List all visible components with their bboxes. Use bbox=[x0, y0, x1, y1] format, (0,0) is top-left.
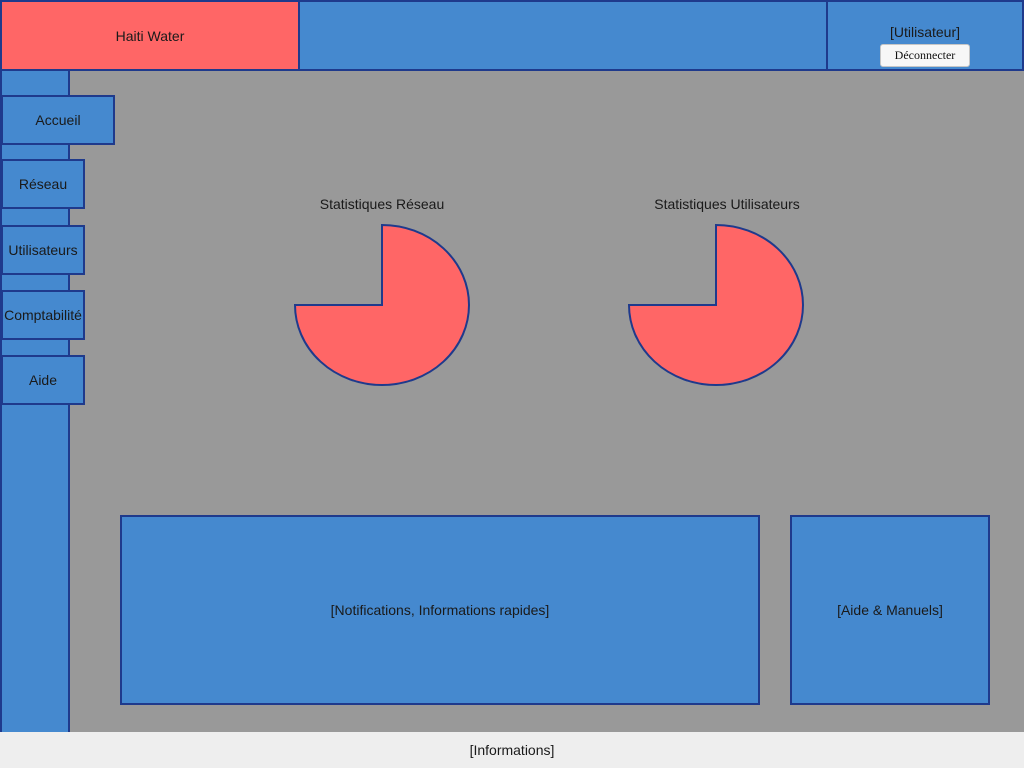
sidebar-item-aide[interactable]: Aide bbox=[1, 355, 85, 405]
user-panel: [Utilisateur] Déconnecter bbox=[826, 0, 1024, 71]
sidebar-item-comptabilite[interactable]: Comptabilité bbox=[1, 290, 85, 340]
footer-info: [Informations] bbox=[469, 742, 555, 758]
chart-title-reseau: Statistiques Réseau bbox=[319, 196, 445, 212]
sidebar-item-label: Aide bbox=[28, 372, 58, 388]
sidebar-item-utilisateurs[interactable]: Utilisateurs bbox=[1, 225, 85, 275]
notifications-panel-label: [Notifications, Informations rapides] bbox=[330, 602, 550, 618]
sidebar-item-reseau[interactable]: Réseau bbox=[1, 159, 85, 209]
sidebar-item-label: Accueil bbox=[35, 112, 81, 128]
sidebar-item-label: Utilisateurs bbox=[8, 242, 78, 258]
sidebar-item-label: Réseau bbox=[18, 176, 68, 192]
pie-chart-utilisateurs bbox=[627, 223, 804, 386]
help-panel-label: [Aide & Manuels] bbox=[837, 602, 943, 618]
header-bar bbox=[298, 0, 828, 71]
sidebar-item-accueil[interactable]: Accueil bbox=[1, 95, 115, 145]
pie-slice bbox=[293, 223, 470, 386]
pie-chart-reseau bbox=[293, 223, 470, 386]
sidebar-item-label: Comptabilité bbox=[4, 307, 82, 323]
chart-title-utilisateurs: Statistiques Utilisateurs bbox=[654, 196, 800, 212]
app-logo: Haiti Water bbox=[0, 0, 300, 71]
pie-slice bbox=[627, 223, 804, 386]
help-panel[interactable]: [Aide & Manuels] bbox=[790, 515, 990, 705]
logout-button[interactable]: Déconnecter bbox=[880, 44, 970, 67]
app-title: Haiti Water bbox=[115, 27, 185, 44]
user-name: [Utilisateur] bbox=[889, 24, 961, 40]
footer: [Informations] bbox=[0, 732, 1024, 768]
notifications-panel: [Notifications, Informations rapides] bbox=[120, 515, 760, 705]
